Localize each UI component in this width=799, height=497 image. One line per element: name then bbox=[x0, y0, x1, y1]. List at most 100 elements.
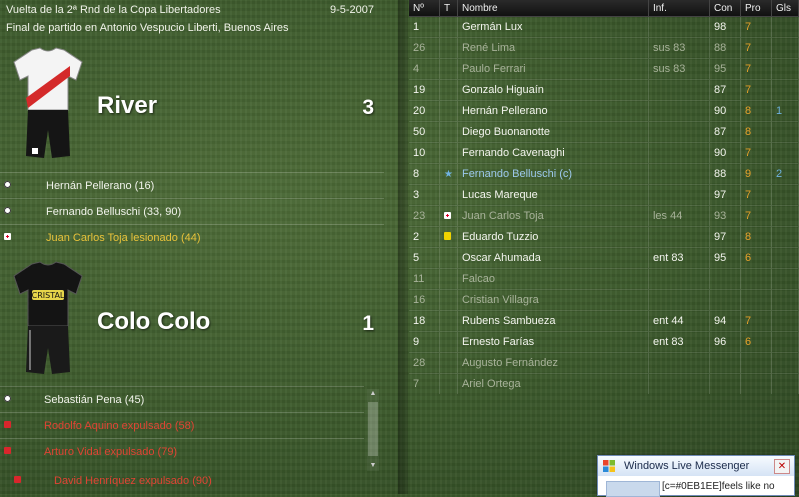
condition-value-text: 98 bbox=[713, 21, 727, 33]
goals-value bbox=[771, 268, 799, 290]
goals-value bbox=[771, 121, 799, 143]
goals-value: 2 bbox=[771, 163, 799, 185]
table-row[interactable]: 3 Lucas Mareque 97 7 bbox=[409, 184, 799, 206]
squad-panel: Nº T Nombre Inf. Con Pro Gls 1 Germán Lux… bbox=[409, 0, 799, 494]
condition-value-text: 87 bbox=[713, 84, 727, 96]
home-jersey-icon bbox=[13, 47, 83, 158]
goals-value bbox=[771, 58, 799, 80]
table-row[interactable]: 20 Hernán Pellerano 90 8 1 bbox=[409, 100, 799, 122]
rating-value-text: 7 bbox=[744, 315, 752, 327]
col-header-inf[interactable]: Inf. bbox=[648, 0, 710, 17]
col-header-gls[interactable]: Gls bbox=[771, 0, 799, 17]
status-cell bbox=[439, 205, 458, 227]
table-row[interactable]: 16 Cristian Villagra bbox=[409, 289, 799, 311]
goals-value bbox=[771, 184, 799, 206]
rating-value-text: 7 bbox=[744, 147, 752, 159]
rating-value: 6 bbox=[740, 331, 772, 353]
table-row[interactable]: 1 Germán Lux 98 7 bbox=[409, 16, 799, 38]
condition-value: 93 bbox=[709, 205, 741, 227]
table-row[interactable]: 8 ★ Fernando Belluschi (c) 88 9 2 bbox=[409, 163, 799, 185]
condition-value: 87 bbox=[709, 79, 741, 101]
goals-value bbox=[771, 205, 799, 227]
close-icon[interactable]: ✕ bbox=[774, 459, 790, 474]
rating-value: 7 bbox=[740, 310, 772, 332]
goals-value bbox=[771, 79, 799, 101]
player-name: Diego Buonanotte bbox=[457, 121, 649, 143]
squad-number: 9 bbox=[409, 331, 440, 353]
home-team-name: River bbox=[97, 92, 158, 119]
messenger-body[interactable]: [c=#0EB1EE]feels like no bbox=[598, 476, 794, 497]
rating-value-text: 7 bbox=[744, 21, 752, 33]
player-name-text: Juan Carlos Toja bbox=[461, 210, 544, 222]
table-row[interactable]: 26 René Lima sus 83 88 7 bbox=[409, 37, 799, 59]
rating-value-text: 9 bbox=[744, 168, 752, 180]
table-row[interactable]: 7 Ariel Ortega bbox=[409, 373, 799, 394]
table-row[interactable]: 11 Falcao bbox=[409, 268, 799, 290]
goals-value bbox=[771, 247, 799, 269]
messenger-notification[interactable]: Windows Live Messenger ✕ [c=#0EB1EE]feel… bbox=[597, 455, 795, 497]
rating-value-text: 7 bbox=[744, 210, 752, 222]
ball-icon bbox=[4, 207, 11, 214]
goals-value bbox=[771, 16, 799, 38]
squad-number: 23 bbox=[409, 205, 440, 227]
red-card-icon bbox=[4, 421, 11, 428]
table-row[interactable]: 18 Rubens Sambueza ent 44 94 7 bbox=[409, 310, 799, 332]
condition-value-text: 97 bbox=[713, 189, 727, 201]
goals-value: 1 bbox=[771, 100, 799, 122]
col-header-name[interactable]: Nombre bbox=[457, 0, 649, 17]
squad-number: 20 bbox=[409, 100, 440, 122]
table-row[interactable]: 28 Augusto Fernández bbox=[409, 352, 799, 374]
goals-value bbox=[771, 352, 799, 374]
table-row[interactable]: 19 Gonzalo Higuaín 87 7 bbox=[409, 79, 799, 101]
table-row[interactable]: 50 Diego Buonanotte 87 8 bbox=[409, 121, 799, 143]
rating-value: 8 bbox=[740, 100, 772, 122]
condition-value bbox=[709, 268, 741, 290]
rating-value: 8 bbox=[740, 121, 772, 143]
col-header-number[interactable]: Nº bbox=[409, 0, 440, 17]
player-name: Falcao bbox=[457, 268, 649, 290]
goals-value bbox=[771, 142, 799, 164]
condition-value: 98 bbox=[709, 16, 741, 38]
squad-number-text: 9 bbox=[413, 336, 420, 348]
condition-value: 97 bbox=[709, 184, 741, 206]
events-scrollbar[interactable]: ▲ ▼ bbox=[367, 389, 379, 471]
player-name: Juan Carlos Toja bbox=[457, 205, 649, 227]
player-name-text: Rubens Sambueza bbox=[461, 315, 556, 327]
status-cell bbox=[439, 16, 458, 38]
scroll-thumb[interactable] bbox=[368, 402, 378, 456]
table-row[interactable]: 4 Paulo Ferrari sus 83 95 7 bbox=[409, 58, 799, 80]
player-info bbox=[648, 121, 710, 143]
table-row[interactable]: 10 Fernando Cavenaghi 90 7 bbox=[409, 142, 799, 164]
squad-header-row: Nº T Nombre Inf. Con Pro Gls bbox=[409, 0, 799, 17]
status-cell bbox=[439, 37, 458, 59]
table-row[interactable]: 23 Juan Carlos Toja les 44 93 7 bbox=[409, 205, 799, 227]
injury-icon bbox=[4, 233, 11, 240]
status-cell: ★ bbox=[439, 163, 458, 185]
table-row[interactable]: 2 Eduardo Tuzzio 97 8 bbox=[409, 226, 799, 248]
goals-value bbox=[771, 226, 799, 248]
match-header: Vuelta de la 2ª Rnd de la Copa Libertado… bbox=[0, 0, 384, 40]
condition-value: 87 bbox=[709, 121, 741, 143]
event-text: Hernán Pellerano (16) bbox=[46, 180, 155, 192]
scroll-down-arrow-icon[interactable]: ▼ bbox=[367, 461, 379, 471]
scroll-up-arrow-icon[interactable]: ▲ bbox=[367, 389, 379, 399]
col-header-pro[interactable]: Pro bbox=[740, 0, 772, 17]
event-text: Rodolfo Aquino expulsado (58) bbox=[44, 420, 195, 432]
table-row[interactable]: 9 Ernesto Farías ent 83 96 6 bbox=[409, 331, 799, 353]
squad-number-text: 26 bbox=[413, 42, 426, 54]
rating-value-text: 8 bbox=[744, 231, 752, 243]
squad-number: 2 bbox=[409, 226, 440, 248]
squad-number-text: 50 bbox=[413, 126, 426, 138]
col-header-con[interactable]: Con bbox=[709, 0, 741, 17]
squad-number: 50 bbox=[409, 121, 440, 143]
table-row[interactable]: 5 Oscar Ahumada ent 83 95 6 bbox=[409, 247, 799, 269]
condition-value-text: 88 bbox=[713, 168, 727, 180]
col-header-t[interactable]: T bbox=[439, 0, 458, 17]
yellow-card-icon bbox=[444, 232, 451, 240]
status-cell bbox=[439, 331, 458, 353]
player-info bbox=[648, 289, 710, 311]
status-cell bbox=[439, 310, 458, 332]
squad-number-text: 28 bbox=[413, 357, 426, 369]
rating-value-text: 8 bbox=[744, 126, 752, 138]
status-cell bbox=[439, 352, 458, 374]
